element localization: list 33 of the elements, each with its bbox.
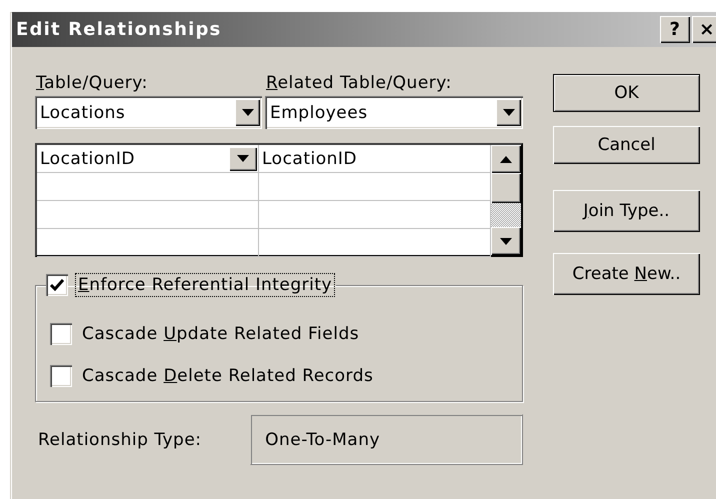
table-cell[interactable]	[259, 173, 491, 201]
window-title: Edit Relationships	[16, 19, 222, 40]
dialog-button[interactable]: Join Type..	[553, 190, 700, 232]
checkbox[interactable]	[50, 323, 72, 345]
checkmark-icon	[50, 279, 64, 291]
dialog-button[interactable]: Cancel	[553, 126, 700, 164]
relationship-type-value: One-To-Many	[250, 414, 523, 465]
scroll-thumb[interactable]	[491, 173, 521, 203]
title-button[interactable]: ?	[660, 16, 690, 43]
table-cell[interactable]	[37, 201, 259, 229]
table-cell[interactable]	[259, 229, 491, 257]
checkbox-label[interactable]: Cascade Update Related Fields	[80, 323, 362, 345]
dropdown[interactable]: Employees	[265, 96, 523, 129]
relationship-type-label: Relationship Type:	[37, 430, 203, 450]
checkbox-label[interactable]: Cascade Delete Related Records	[80, 365, 376, 387]
scrollbar[interactable]	[491, 145, 521, 255]
checkbox-label[interactable]: Enforce Referential Integrity	[76, 274, 334, 296]
table-cell[interactable]	[37, 229, 259, 257]
table-cell[interactable]: LocationID	[37, 145, 259, 173]
scroll-track[interactable]	[491, 203, 521, 227]
table-cell[interactable]: LocationID	[259, 145, 491, 173]
checkbox[interactable]	[50, 365, 72, 387]
title-button[interactable]: ×	[692, 16, 716, 43]
field-label: Related Table/Query:	[266, 73, 452, 93]
checkbox[interactable]	[46, 274, 68, 296]
dialog-button[interactable]: Create New..	[553, 253, 700, 295]
field-label: Table/Query:	[36, 73, 148, 93]
table-cell[interactable]	[259, 201, 491, 229]
dialog-button[interactable]: OK	[553, 74, 700, 112]
dropdown[interactable]: Locations	[35, 96, 262, 129]
scroll-up-icon[interactable]	[491, 145, 521, 173]
table-cell[interactable]	[37, 173, 259, 201]
scroll-down-icon[interactable]	[491, 227, 521, 255]
